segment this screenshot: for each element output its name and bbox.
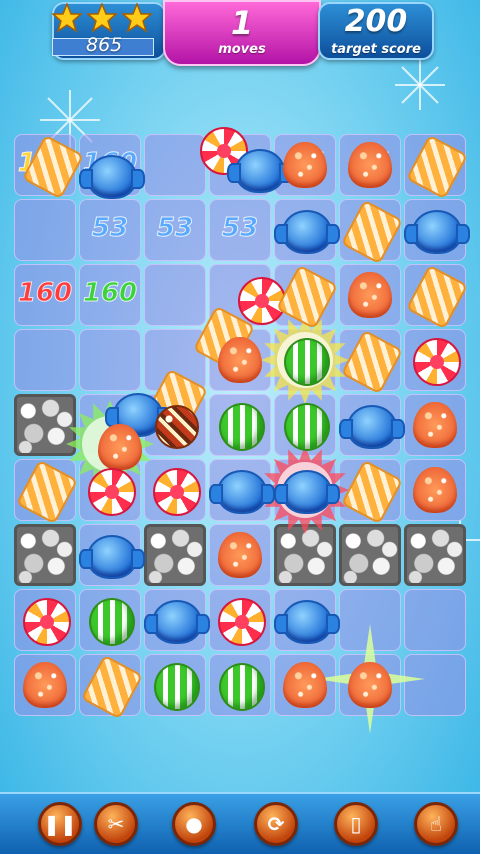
candy-stripe[interactable] — [154, 663, 200, 711]
candy-lolly[interactable] — [274, 470, 340, 514]
stone-block — [404, 524, 466, 586]
points-popup: 53 — [91, 213, 129, 244]
candy-gummy[interactable] — [283, 142, 327, 188]
pause-icon: ❚❚ — [43, 812, 77, 836]
candy-gummy[interactable] — [348, 272, 392, 318]
candy-stripe[interactable] — [219, 663, 265, 711]
pause-button[interactable]: ❚❚ — [38, 802, 82, 846]
candy-gummy[interactable] — [283, 662, 327, 708]
candy-lolly[interactable] — [274, 210, 340, 254]
bomb-icon: ● — [185, 812, 203, 836]
candy-swirl[interactable] — [88, 468, 136, 516]
stone-block — [144, 524, 206, 586]
candy-stripe[interactable] — [284, 338, 330, 386]
candy-gummy[interactable] — [348, 662, 392, 708]
candy-swirl[interactable] — [413, 338, 461, 386]
candy-stripe[interactable] — [219, 403, 265, 451]
candy-gummy[interactable] — [413, 467, 457, 513]
shuffle-button[interactable]: ⟳ — [254, 802, 298, 846]
top-hud: 865 1 moves 200 target score — [0, 0, 480, 66]
hand-button[interactable]: ☝ — [414, 802, 458, 846]
score-value: 865 — [86, 34, 123, 56]
scissors-button[interactable]: ✂ — [94, 802, 138, 846]
candy-lolly[interactable] — [227, 149, 293, 193]
candy-swirl[interactable] — [153, 468, 201, 516]
stone-block — [14, 524, 76, 586]
target-panel: 200 target score — [318, 2, 434, 60]
candy-swirl[interactable] — [218, 598, 266, 646]
candy-gummy[interactable] — [218, 337, 262, 383]
candy-lolly[interactable] — [79, 155, 145, 199]
candy-stripe[interactable] — [89, 598, 135, 646]
star-icon — [86, 1, 118, 33]
points-popup: 53 — [221, 213, 259, 244]
target-score-label: target score — [331, 42, 421, 57]
candy-swirl[interactable] — [23, 598, 71, 646]
shuffle-icon: ⟳ — [267, 812, 285, 836]
moves-label: moves — [218, 42, 266, 57]
candy-lolly[interactable] — [274, 600, 340, 644]
candy-lolly[interactable] — [404, 210, 470, 254]
candy-lolly[interactable] — [339, 405, 405, 449]
candy-stripe[interactable] — [284, 403, 330, 451]
game-screen: 865 1 moves 200 target score 16016027272… — [0, 0, 480, 854]
board-cell[interactable] — [144, 134, 206, 196]
candy-gummy[interactable] — [348, 142, 392, 188]
points-popup: 160 — [17, 278, 73, 309]
candy-lolly[interactable] — [79, 535, 145, 579]
candy-gummy[interactable] — [23, 662, 67, 708]
points-popup: 160 — [82, 278, 138, 309]
moves-panel: 1 moves — [163, 0, 321, 66]
phone-button[interactable]: ▯ — [334, 802, 378, 846]
candy-gummy[interactable] — [413, 402, 457, 448]
candy-choco[interactable] — [155, 405, 199, 449]
board-cell[interactable] — [79, 329, 141, 391]
hand-icon: ☝ — [429, 812, 443, 836]
points-popup: 53 — [156, 213, 194, 244]
scissors-icon: ✂ — [107, 812, 125, 836]
phone-icon: ▯ — [350, 812, 362, 836]
candy-gummy[interactable] — [218, 532, 262, 578]
candy-gummy[interactable] — [98, 424, 142, 470]
candy-lolly[interactable] — [144, 600, 210, 644]
star-icon — [121, 1, 153, 33]
booster-toolbar: ❚❚ ✂ ● ⟳ ▯ ☝ — [0, 792, 480, 854]
bomb-button[interactable]: ● — [172, 802, 216, 846]
moves-value: 1 — [230, 4, 254, 42]
target-score-value: 200 — [344, 4, 408, 39]
board-cell[interactable] — [14, 329, 76, 391]
candy-lolly[interactable] — [209, 470, 275, 514]
board-cell[interactable] — [144, 264, 206, 326]
star-icon — [51, 1, 83, 33]
board-cell[interactable] — [14, 199, 76, 261]
